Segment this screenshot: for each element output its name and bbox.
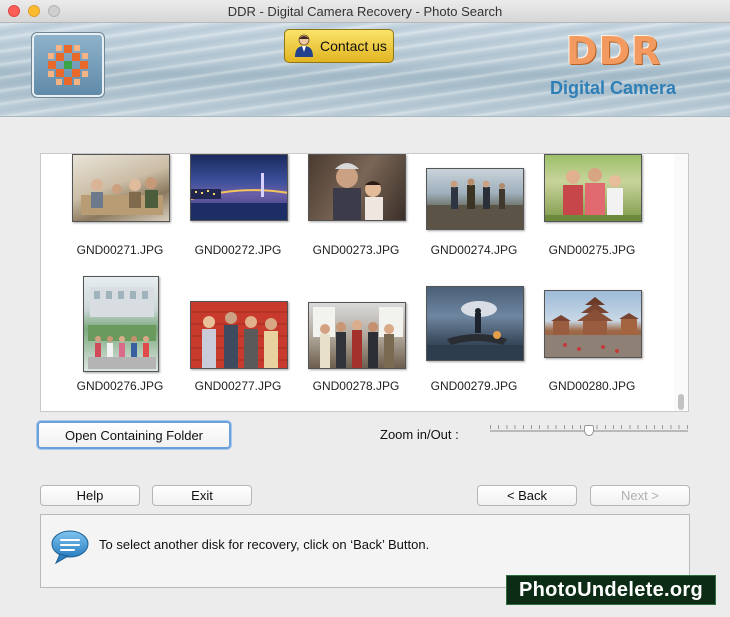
photo-filename: GND00279.JPG bbox=[430, 379, 518, 393]
photo-filename: GND00277.JPG bbox=[194, 379, 282, 393]
gallery-item[interactable]: GND00277.JPG bbox=[179, 276, 297, 406]
photo-filename: GND00276.JPG bbox=[76, 379, 164, 393]
photo-filename: GND00280.JPG bbox=[548, 379, 636, 393]
exit-button[interactable]: Exit bbox=[152, 485, 252, 506]
contact-us-button[interactable]: Contact us bbox=[284, 29, 394, 63]
title-bar: DDR - Digital Camera Recovery - Photo Se… bbox=[0, 0, 730, 23]
photo-friends-wall-icon bbox=[190, 301, 288, 369]
photo-filename: GND00273.JPG bbox=[312, 243, 400, 257]
scrollbar-thumb[interactable] bbox=[678, 394, 684, 410]
slider-knob[interactable] bbox=[584, 425, 594, 436]
photo-filename: GND00271.JPG bbox=[76, 243, 164, 257]
gallery-item[interactable]: GND00279.JPG bbox=[415, 276, 533, 406]
gallery-item[interactable]: GND00274.JPG bbox=[415, 154, 533, 284]
gallery-item[interactable]: GND00271.JPG bbox=[61, 154, 179, 284]
zoom-slider[interactable] bbox=[490, 422, 688, 440]
brand-title: DDR bbox=[566, 29, 662, 73]
brand-subtitle: Digital Camera bbox=[550, 78, 677, 98]
photo-group-building-icon bbox=[83, 276, 159, 372]
app-logo-icon bbox=[31, 32, 105, 98]
gallery-item[interactable]: GND00273.JPG bbox=[297, 154, 415, 284]
photo-fisherman-lake-icon bbox=[426, 286, 524, 361]
help-button[interactable]: Help bbox=[40, 485, 140, 506]
back-button[interactable]: < Back bbox=[477, 485, 577, 506]
gallery-item[interactable]: GND00272.JPG bbox=[179, 154, 297, 284]
window-title: DDR - Digital Camera Recovery - Photo Se… bbox=[227, 4, 503, 19]
zoom-label: Zoom in/Out : bbox=[380, 427, 459, 442]
gallery-item[interactable]: GND00276.JPG bbox=[61, 276, 179, 406]
speech-bubble-icon bbox=[50, 529, 90, 570]
photo-family-park-icon bbox=[544, 154, 642, 222]
gallery-item[interactable]: GND00278.JPG bbox=[297, 276, 415, 406]
gallery-item[interactable]: GND00275.JPG bbox=[533, 154, 651, 284]
photo-people-viewpoint-icon bbox=[426, 168, 524, 230]
header-banner: Contact us DDR Digital Camera bbox=[0, 23, 730, 117]
photo-gallery[interactable]: GND00271.JPG GND00272.JPG GND00273.JPG G… bbox=[40, 153, 689, 412]
info-message-text: To select another disk for recovery, cli… bbox=[99, 537, 430, 552]
photo-bridge-night-icon bbox=[190, 154, 288, 221]
photo-temple-square-icon bbox=[544, 290, 642, 358]
photo-filename: GND00272.JPG bbox=[194, 243, 282, 257]
photo-group-city-icon bbox=[308, 302, 406, 369]
photo-family-couch-icon bbox=[72, 154, 170, 222]
photo-filename: GND00278.JPG bbox=[312, 379, 400, 393]
watermark-logo: PhotoUndelete.org bbox=[506, 575, 716, 605]
next-button[interactable]: Next > bbox=[590, 485, 690, 506]
user-support-icon bbox=[293, 33, 315, 60]
gallery-scrollbar[interactable] bbox=[674, 154, 688, 411]
photo-filename: GND00274.JPG bbox=[430, 243, 518, 257]
photo-grandmother-child-icon bbox=[308, 154, 406, 221]
gallery-item[interactable]: GND00280.JPG bbox=[533, 276, 651, 406]
photo-filename: GND00275.JPG bbox=[548, 243, 636, 257]
contact-us-label: Contact us bbox=[320, 38, 387, 54]
open-containing-folder-button[interactable]: Open Containing Folder bbox=[37, 421, 231, 449]
